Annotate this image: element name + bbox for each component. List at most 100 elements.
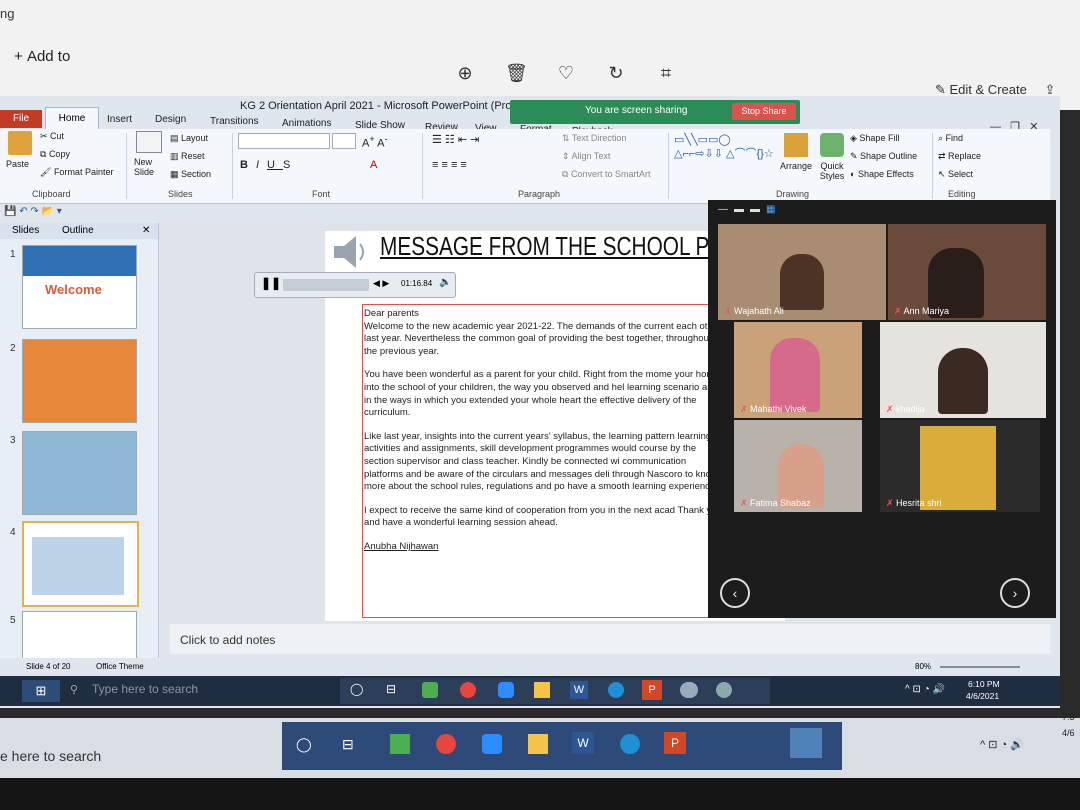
list-buttons[interactable]: ☰ ☷ ⇤ ⇥ (432, 133, 479, 146)
find-button[interactable]: ⌕ Find (938, 133, 963, 144)
chrome-icon[interactable] (436, 734, 456, 754)
font-size-box[interactable] (332, 133, 356, 149)
shapes-gallery[interactable]: ▭╲╲▭▭◯ △⌐⌐⇨⇩⇩ △⌒⌒{}☆ (674, 133, 774, 161)
task-view-icon[interactable]: ◯ (350, 682, 363, 696)
task-view-icon[interactable]: ◯ (296, 736, 312, 753)
grid-view-icon[interactable]: ▦ (766, 204, 781, 215)
layout-button[interactable]: ▤ Layout (170, 133, 208, 144)
taskbar-search[interactable]: Type here to search (92, 682, 198, 696)
participant-tile[interactable]: ✗ Hesrita shri (880, 420, 1040, 512)
text-direction-button[interactable]: ⇅ Text Direction (562, 133, 626, 144)
slide-thumbnail-4-selected[interactable] (22, 521, 139, 607)
app-icon[interactable] (422, 682, 438, 698)
tab-home[interactable]: Home (45, 107, 99, 130)
outer-system-tray[interactable]: ^ ⊡ ◔ 🔊 (980, 738, 1024, 751)
tab-outline[interactable]: Outline (62, 225, 94, 236)
reset-button[interactable]: ▥ Reset (170, 151, 205, 162)
zoom-app-icon[interactable] (498, 682, 514, 698)
chrome-icon[interactable] (460, 682, 476, 698)
tab-file[interactable]: File (0, 110, 42, 128)
outer-search-box[interactable]: e here to search (0, 748, 101, 764)
slide-thumbnail-1[interactable]: Welcome (22, 245, 137, 329)
widgets-icon[interactable]: ⊟ (386, 682, 396, 696)
convert-smartart-button[interactable]: ⧉ Convert to SmartArt (562, 169, 650, 180)
close-pane-icon[interactable]: ✕ (142, 225, 150, 236)
slide-thumbnail-3[interactable] (22, 431, 137, 515)
shape-outline-button[interactable]: ✎ Shape Outline (850, 151, 917, 162)
photos-app-icon[interactable] (790, 728, 822, 758)
word-icon[interactable]: W (570, 681, 588, 699)
crop-icon[interactable]: ⌗ (655, 62, 677, 84)
delete-icon[interactable]: 🗑 (505, 62, 528, 84)
font-format-buttons[interactable]: BIUS (240, 159, 298, 171)
app-icon[interactable] (716, 682, 732, 698)
tab-transitions[interactable]: Transitions (210, 116, 259, 127)
quick-styles-icon[interactable] (820, 133, 844, 157)
replace-button[interactable]: ⇄ Replace (938, 151, 981, 162)
stop-share-button[interactable]: Stop Share (732, 103, 796, 120)
add-to-button[interactable]: + Add to (14, 48, 70, 65)
align-buttons[interactable]: ≡ ≡ ≡ ≡ (432, 159, 467, 171)
quick-styles-button[interactable]: Quick Styles (816, 161, 848, 181)
powerpoint-icon[interactable]: P (642, 680, 662, 700)
align-text-button[interactable]: ⇕ Align Text (562, 151, 610, 162)
file-explorer-icon[interactable] (534, 682, 550, 698)
font-color-icon[interactable]: A (370, 159, 377, 171)
previous-page-icon[interactable]: ‹ (720, 578, 750, 608)
participant-tile[interactable]: ✗ Mahathi Vivek (734, 322, 862, 418)
progress-track[interactable] (283, 279, 369, 291)
participant-tile[interactable]: ✗ khadija (880, 322, 1046, 418)
windows-start-icon[interactable]: ⊞ (22, 680, 60, 702)
volume-icon[interactable]: 🔈 (439, 277, 451, 288)
next-page-icon[interactable]: › (1000, 578, 1030, 608)
speaker-icon[interactable] (330, 234, 370, 270)
grow-font-icon[interactable]: A+ A- (362, 134, 388, 150)
new-slide-icon[interactable] (136, 131, 162, 153)
paste-icon[interactable] (8, 131, 32, 155)
notes-pane[interactable] (170, 624, 1050, 654)
edge-icon[interactable] (620, 734, 640, 754)
app-icon[interactable] (680, 682, 698, 698)
word-icon[interactable]: W (572, 732, 594, 754)
heart-icon[interactable]: ♡ (555, 62, 577, 84)
participant-tile[interactable]: ✗ Wajahath Ali (718, 224, 886, 320)
quick-access-toolbar[interactable]: 💾 ↶ ↷ 📂 ▾ (4, 206, 164, 220)
system-tray-icons[interactable]: ^ ⊡ ◔ 🔊 (905, 684, 945, 695)
format-painter-button[interactable]: 🖌 Format Painter (40, 167, 113, 178)
file-explorer-icon[interactable] (528, 734, 548, 754)
tab-animations[interactable]: Animations (282, 118, 331, 129)
zoom-app-icon[interactable] (482, 734, 502, 754)
share-icon[interactable]: ⇪ (1044, 82, 1055, 97)
shape-effects-button[interactable]: ◐ Shape Effects (850, 169, 914, 179)
zoom-in-icon[interactable]: ⊕ (454, 62, 476, 84)
select-button[interactable]: ↖ Select (938, 169, 973, 180)
tab-slides[interactable]: Slides (12, 225, 39, 236)
zoom-slider[interactable] (940, 666, 1020, 668)
font-name-box[interactable] (238, 133, 330, 149)
participant-tile[interactable]: ✗ Fatima Shabaz (734, 420, 862, 512)
powerpoint-icon[interactable]: P (664, 732, 686, 754)
shape-effects-label: Shape Effects (857, 169, 914, 179)
app-icon[interactable] (390, 734, 410, 754)
shape-fill-button[interactable]: ◈ Shape Fill (850, 133, 899, 144)
widgets-icon[interactable]: ⊟ (342, 736, 354, 753)
cut-button[interactable]: ✂ Cut (40, 131, 64, 142)
new-slide-button[interactable]: New Slide (134, 157, 168, 177)
tab-design[interactable]: Design (155, 114, 186, 125)
participant-tile[interactable]: ✗ Ann Mariya (888, 224, 1046, 320)
slide-thumbnail-2[interactable] (22, 339, 137, 423)
edge-icon[interactable] (608, 682, 624, 698)
seek-icons[interactable]: ◀ ▶ (373, 278, 389, 289)
section-button[interactable]: ▦ Section (170, 169, 211, 180)
tab-insert[interactable]: Insert (107, 114, 132, 125)
arrange-button[interactable]: Arrange (780, 161, 812, 171)
arrange-icon[interactable] (784, 133, 808, 157)
copy-button[interactable]: ⧉ Copy (40, 149, 70, 160)
rotate-icon[interactable]: ↻ (605, 62, 627, 84)
zoom-level[interactable]: 80% (915, 662, 931, 671)
pause-icon[interactable]: ❚❚ (261, 276, 281, 290)
zoom-window-controls[interactable]: —▬▬▦ (718, 204, 781, 215)
taskbar-date: 4/6/2021 (966, 691, 1000, 701)
slide-thumbnail-5[interactable] (22, 611, 137, 663)
paste-button[interactable]: Paste (6, 159, 29, 169)
